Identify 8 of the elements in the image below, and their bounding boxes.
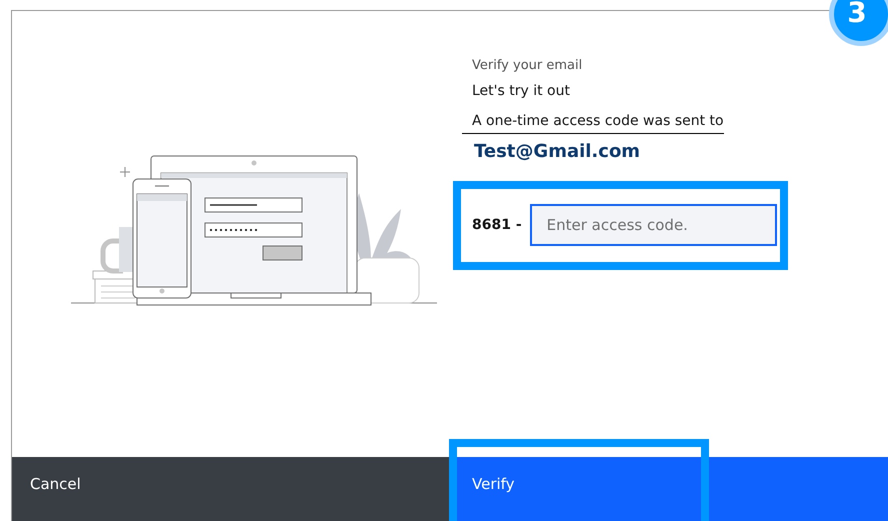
code-prefix: 8681 - <box>472 217 522 233</box>
subheading: Let's try it out <box>472 82 571 101</box>
heading: Verify your email <box>472 57 584 75</box>
step-badge: 3 <box>829 0 888 46</box>
email-address: Test@Gmail.com <box>474 140 642 164</box>
access-code-field[interactable]: Enter access code. <box>530 204 777 246</box>
message-text: A one-time access code was sent to <box>462 111 724 134</box>
cancel-button[interactable]: Cancel <box>12 457 450 521</box>
